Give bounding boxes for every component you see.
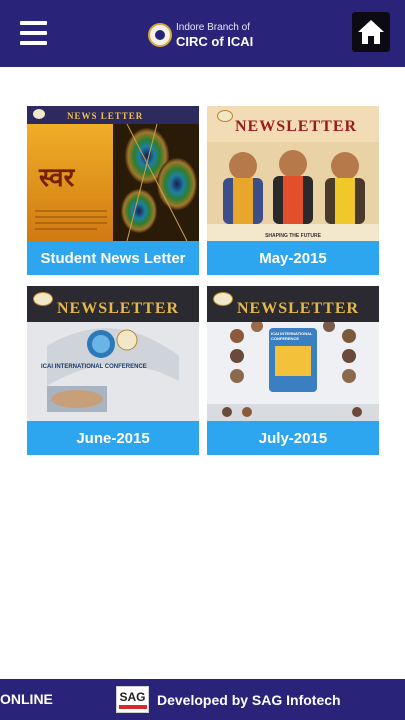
student-newsletter-cover: NEWS LETTER स्वर	[27, 106, 199, 241]
cover-emblem-icon	[33, 109, 45, 119]
cover-title: NEWS LETTER	[67, 111, 144, 121]
cover-banner: NEWSLETTER	[207, 286, 379, 322]
newsletter-card-may-2015[interactable]: NEWSLETTER SHAPING THE FUTURE May-2015	[207, 106, 379, 275]
brand-line1: Indore Branch of	[176, 21, 250, 33]
may-2015-cover: NEWSLETTER SHAPING THE FUTURE	[207, 106, 379, 241]
cover-banner: NEWSLETTER	[27, 286, 199, 322]
cover-subtitle: SHAPING THE FUTURE	[265, 233, 321, 239]
app-footer: ONLINE SAG Developed by SAG Infotech	[0, 679, 405, 720]
brand-title: Indore Branch of CIRC of ICAI	[148, 20, 253, 50]
sag-logo-text: SAG	[119, 689, 146, 704]
june-2015-cover: NEWSLETTER ICAI INTERNATIONAL CONFERENCE	[27, 286, 199, 421]
hamburger-menu-icon[interactable]	[20, 21, 48, 45]
newsletter-label: Student News Letter	[27, 241, 199, 275]
cover-subtitle: ICAI INTERNATIONAL CONFERENCE	[271, 331, 313, 341]
newsletter-label: May-2015	[207, 241, 379, 275]
developed-by-text: Developed by SAG Infotech	[157, 691, 341, 708]
cover-hindi-word: स्वर	[39, 162, 75, 192]
cover-title: NEWSLETTER	[235, 118, 358, 135]
brand-line2: CIRC of ICAI	[176, 33, 254, 49]
newsletter-label: July-2015	[207, 421, 379, 455]
cover-title: NEWSLETTER	[57, 300, 180, 317]
newsletter-card-july-2015[interactable]: NEWSLETTER ICAI INTERNATIONAL CONFERENCE…	[207, 286, 379, 455]
developer-credit[interactable]: SAG Developed by SAG Infotech	[116, 685, 341, 714]
newsletter-label: June-2015	[27, 421, 199, 455]
app-header: Indore Branch of CIRC of ICAI	[0, 0, 405, 67]
cover-emblem-icon	[33, 292, 53, 306]
cover-emblem-icon	[213, 292, 233, 306]
newsletter-card-june-2015[interactable]: NEWSLETTER ICAI INTERNATIONAL CONFERENCE…	[27, 286, 199, 455]
home-button[interactable]	[352, 12, 390, 52]
sag-logo-icon: SAG	[116, 686, 149, 713]
cover-title: NEWSLETTER	[237, 300, 360, 317]
newsletter-card-student[interactable]: NEWS LETTER स्वर Student News Letter	[27, 106, 199, 275]
july-2015-cover: NEWSLETTER ICAI INTERNATIONAL CONFERENCE	[207, 286, 379, 421]
footer-online-label: ONLINE	[0, 691, 53, 707]
home-icon	[358, 20, 384, 44]
icai-logo-icon	[148, 23, 172, 47]
cover-emblem-icon	[217, 110, 233, 122]
cover-subtitle: ICAI INTERNATIONAL CONFERENCE	[41, 364, 147, 370]
